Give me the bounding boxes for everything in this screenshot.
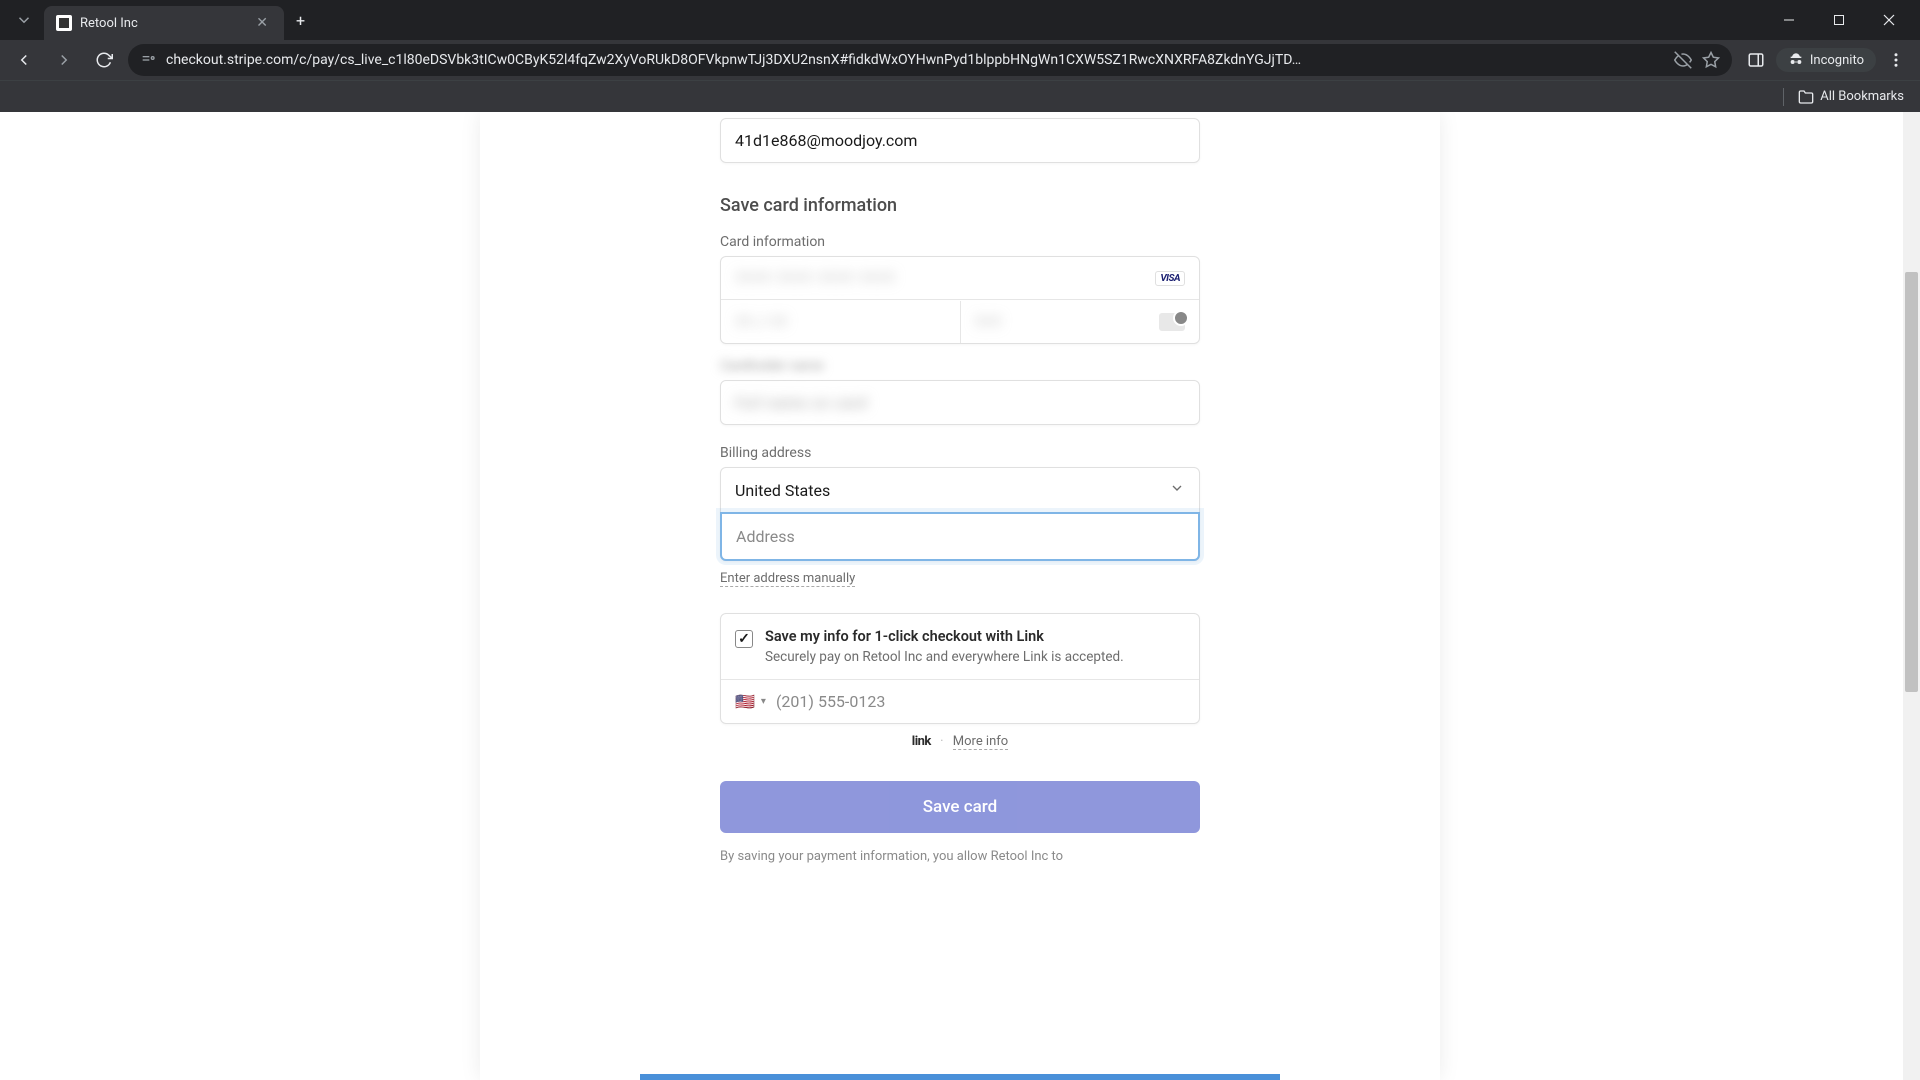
side-panel-button[interactable] <box>1740 44 1772 76</box>
link-save-box: ✓ Save my info for 1-click checkout with… <box>720 613 1200 724</box>
card-number-field[interactable]: 1111 1111 1111 1111 VISA <box>721 257 1199 299</box>
billing-address-label: Billing address <box>720 445 1200 461</box>
incognito-icon <box>1788 52 1804 68</box>
back-button[interactable] <box>8 44 40 76</box>
scrollbar-thumb[interactable] <box>1905 272 1918 692</box>
email-value: 41d1e868@moodjoy.com <box>735 131 917 150</box>
address-input-wrap <box>720 512 1200 561</box>
maximize-button[interactable] <box>1816 4 1862 36</box>
link-save-description: Securely pay on Retool Inc and everywher… <box>765 648 1124 667</box>
link-footer: link · More info <box>720 734 1200 749</box>
phone-field[interactable]: 🇺🇸 ▾ (201) 555-0123 <box>721 679 1199 723</box>
terms-text: By saving your payment information, you … <box>720 847 1200 867</box>
reload-button[interactable] <box>88 44 120 76</box>
checkout-form: 41d1e868@moodjoy.com Save card informati… <box>720 112 1200 866</box>
save-info-checkbox[interactable]: ✓ <box>735 630 753 648</box>
site-info-icon[interactable] <box>140 52 156 68</box>
card-expiry-field[interactable]: 11 / 11 <box>721 300 960 343</box>
browser-chrome: Retool Inc ✕ + checkout.stripe.com/c/pay… <box>0 0 1920 112</box>
more-info-link[interactable]: More info <box>953 734 1008 750</box>
url-text: checkout.stripe.com/c/pay/cs_live_c1l80e… <box>166 52 1664 68</box>
close-tab-button[interactable]: ✕ <box>252 13 272 33</box>
flag-icon: 🇺🇸 <box>735 692 755 711</box>
chevron-down-icon <box>1169 480 1185 500</box>
section-title: Save card information <box>720 195 1200 216</box>
address-bar[interactable]: checkout.stripe.com/c/pay/cs_live_c1l80e… <box>128 44 1732 76</box>
tab-bar: Retool Inc ✕ + <box>0 0 1920 40</box>
close-window-button[interactable] <box>1866 4 1912 36</box>
cvc-icon <box>1159 313 1185 331</box>
bookmarks-bar: All Bookmarks <box>0 80 1920 112</box>
toolbar: checkout.stripe.com/c/pay/cs_live_c1l80e… <box>0 40 1920 80</box>
country-select[interactable]: United States <box>721 468 1199 513</box>
link-brand-label: link <box>912 734 931 749</box>
checkmark-icon: ✓ <box>738 631 750 647</box>
link-save-title: Save my info for 1-click checkout with L… <box>765 628 1124 645</box>
card-info-label: Card information <box>720 234 1200 250</box>
card-cvc-field[interactable]: 111 <box>960 301 1200 343</box>
menu-button[interactable] <box>1880 44 1912 76</box>
folder-icon <box>1798 89 1814 105</box>
flag-chevron-icon: ▾ <box>761 696 766 707</box>
browser-tab[interactable]: Retool Inc ✕ <box>44 6 284 40</box>
address-input[interactable] <box>722 514 1198 559</box>
cardholder-name-field[interactable]: Full name on card <box>720 380 1200 425</box>
eye-off-icon[interactable] <box>1674 51 1692 69</box>
scrollbar[interactable] <box>1903 112 1920 1080</box>
tab-search-button[interactable] <box>8 4 40 36</box>
incognito-badge[interactable]: Incognito <box>1776 48 1876 72</box>
card-number-redacted: 1111 1111 1111 1111 <box>735 269 896 287</box>
phone-placeholder: (201) 555-0123 <box>776 692 885 711</box>
bookmark-star-icon[interactable] <box>1702 51 1720 69</box>
favicon-icon <box>56 15 72 31</box>
email-field[interactable]: 41d1e868@moodjoy.com <box>720 118 1200 163</box>
new-tab-button[interactable]: + <box>284 11 317 30</box>
incognito-label: Incognito <box>1810 53 1864 68</box>
all-bookmarks-button[interactable]: All Bookmarks <box>1798 89 1904 105</box>
page-viewport: 41d1e868@moodjoy.com Save card informati… <box>0 112 1920 1080</box>
minimize-button[interactable] <box>1766 4 1812 36</box>
billing-address-group: United States <box>720 467 1200 561</box>
forward-button[interactable] <box>48 44 80 76</box>
country-value: United States <box>735 481 830 500</box>
enter-address-manually-link[interactable]: Enter address manually <box>720 571 855 587</box>
tab-title: Retool Inc <box>80 16 244 31</box>
checkout-container: 41d1e868@moodjoy.com Save card informati… <box>480 112 1440 1080</box>
visa-badge-icon: VISA <box>1155 271 1185 286</box>
card-expiry-cvc-row: 11 / 11 111 <box>721 299 1199 343</box>
save-card-button[interactable]: Save card <box>720 781 1200 833</box>
progress-bar <box>640 1074 1280 1080</box>
all-bookmarks-label: All Bookmarks <box>1820 89 1904 104</box>
cardholder-label-redacted: Cardholder name <box>720 358 1200 374</box>
card-info-group: 1111 1111 1111 1111 VISA 11 / 11 111 <box>720 256 1200 344</box>
